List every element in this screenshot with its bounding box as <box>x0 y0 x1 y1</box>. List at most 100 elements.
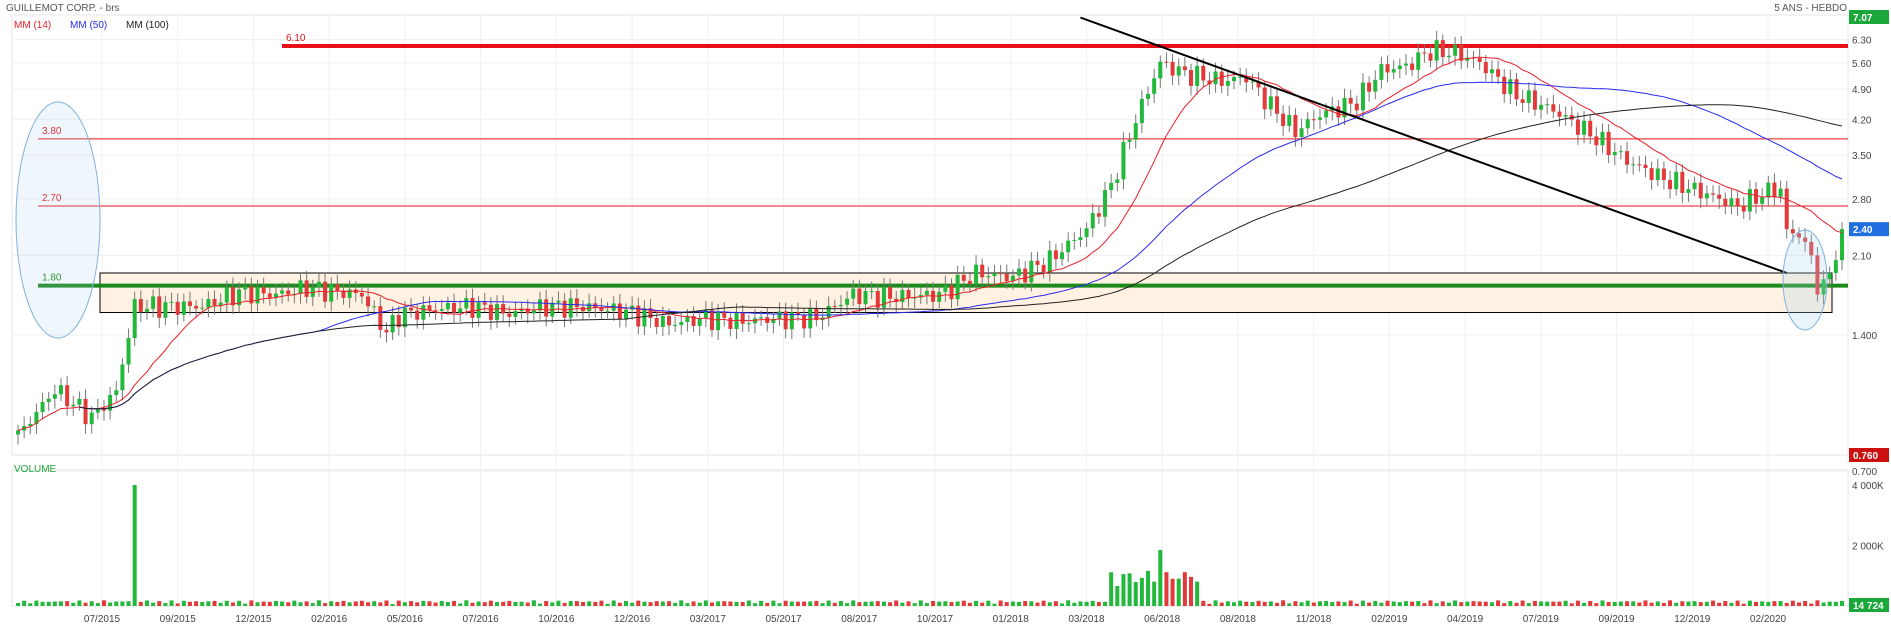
candle-body <box>1489 69 1494 74</box>
volume-bar <box>169 600 174 606</box>
candle-body <box>1532 90 1537 110</box>
candle-body <box>1606 131 1611 156</box>
volume-bar <box>1477 601 1482 606</box>
candle-body <box>452 302 457 313</box>
volume-bar <box>433 602 438 606</box>
candle-body <box>1588 120 1593 137</box>
volume-tick-label: 2 000K <box>1852 542 1884 553</box>
volume-bar <box>1170 578 1175 606</box>
candle-body <box>1152 78 1157 94</box>
candle-body <box>513 311 518 317</box>
candle-body <box>1403 63 1408 66</box>
candle-body <box>1127 139 1132 142</box>
volume-bar <box>679 600 684 606</box>
candle-body <box>132 299 137 339</box>
candle-body <box>1354 103 1359 111</box>
volume-bar <box>1717 602 1722 606</box>
legend-mm50[interactable]: MM (50) <box>70 20 107 31</box>
candle-body <box>1103 190 1108 217</box>
candle-body <box>280 290 285 294</box>
candle-body <box>1612 152 1617 156</box>
volume-bar <box>347 602 352 606</box>
volume-bar <box>1324 600 1329 606</box>
volume-bar <box>77 600 82 606</box>
candle-body <box>1066 240 1071 253</box>
volume-bar <box>507 600 512 606</box>
price-badge-label: 7.07 <box>1853 13 1873 24</box>
candle-body <box>89 412 94 425</box>
support-zone <box>99 272 1833 314</box>
volume-bar <box>1833 601 1838 606</box>
price-tick-label: 0.700 <box>1852 467 1877 478</box>
candle-body <box>1717 194 1722 199</box>
moving-average-100 <box>79 104 1843 410</box>
volume-bar <box>1133 582 1138 606</box>
candle-body <box>157 296 162 318</box>
volume-bar <box>937 601 942 606</box>
candle-body <box>1563 115 1568 117</box>
period-label: 5 ANS - HEBDO <box>1774 3 1847 14</box>
volume-bar <box>1410 601 1415 606</box>
volume-bar <box>46 601 51 606</box>
candle-body <box>1176 66 1181 76</box>
candle-body <box>1698 182 1703 199</box>
stock-chart[interactable]: 6.103.802.701.80 6.30 5.60 4.90 4.20 3.50 2.8… <box>0 0 1891 628</box>
x-tick-label: 06/2018 <box>1144 614 1181 625</box>
candle-body <box>1201 65 1206 81</box>
volume-bar <box>1754 601 1759 606</box>
volume-bar <box>709 602 714 606</box>
candle-body <box>1422 52 1427 54</box>
volume-bar <box>544 600 549 606</box>
candle-body <box>556 300 561 303</box>
candle-body <box>1440 40 1445 58</box>
volume-bar <box>1594 603 1599 606</box>
legend-mm100[interactable]: MM (100) <box>126 20 169 31</box>
candle-body <box>1655 168 1660 181</box>
volume-bar <box>1520 600 1525 606</box>
candle-body <box>992 273 997 277</box>
candles <box>16 30 1844 445</box>
volume-bar <box>261 601 266 606</box>
volume-bar <box>1403 601 1408 606</box>
volume-tick-label: 4 000K <box>1852 481 1884 492</box>
candle-body <box>1459 44 1464 61</box>
candle-body <box>1520 99 1525 103</box>
x-tick-label: 04/2019 <box>1447 614 1484 625</box>
candle-body <box>568 298 573 318</box>
x-tick-label: 10/2017 <box>917 614 954 625</box>
candle-body <box>378 306 383 330</box>
candle-body <box>1446 55 1451 58</box>
candle-body <box>1766 182 1771 198</box>
volume-bar <box>1385 600 1390 606</box>
volume-bar <box>1496 600 1501 606</box>
volume-bar <box>857 602 862 606</box>
candle-body <box>1760 197 1765 204</box>
candle-body <box>1545 104 1550 106</box>
candle-body <box>507 313 512 317</box>
volume-bar <box>1078 601 1083 606</box>
candle-body <box>1735 198 1740 206</box>
x-tick-label: 11/2018 <box>1296 614 1332 625</box>
candle-body <box>1496 69 1501 77</box>
candle-body <box>1219 71 1224 86</box>
candle-body <box>955 274 960 300</box>
volume-bar <box>746 600 751 606</box>
legend-mm14[interactable]: MM (14) <box>14 20 51 31</box>
volume-bar <box>820 603 825 606</box>
volume-bar <box>1612 601 1617 606</box>
volume-bar <box>943 601 948 606</box>
volume-bar <box>1244 601 1249 606</box>
volume-bar <box>1723 601 1728 606</box>
candle-body <box>974 264 979 284</box>
candle-body <box>1379 64 1384 80</box>
volume-bar <box>1317 601 1322 606</box>
volume-bar <box>1367 602 1372 606</box>
candle-body <box>1704 193 1709 199</box>
candle-body <box>1772 182 1777 197</box>
volume-bar <box>335 601 340 606</box>
price-tick-label: 2.10 <box>1852 251 1872 262</box>
volume-bar <box>875 601 880 606</box>
candle-body <box>415 310 420 320</box>
volume-bar <box>924 603 929 606</box>
volume-bar <box>501 601 506 606</box>
